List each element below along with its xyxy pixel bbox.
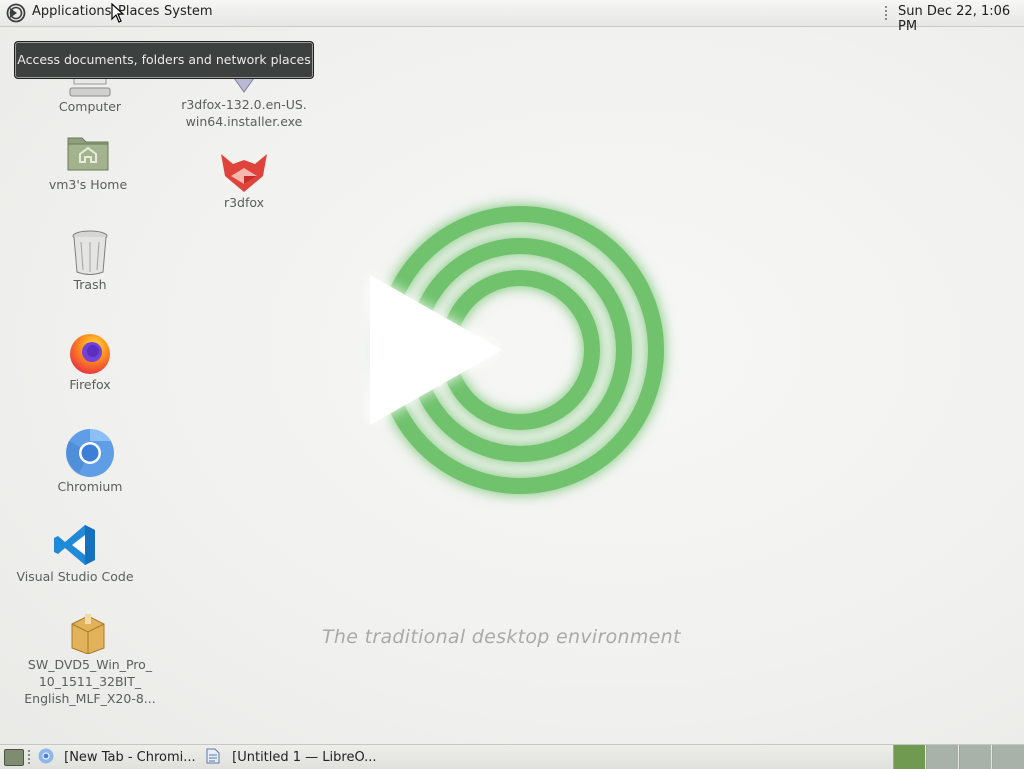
trash-icon (72, 230, 108, 275)
desktop-icon-firefox[interactable]: Firefox (40, 328, 140, 393)
desktop-icon-sw-dvd5[interactable]: SW_DVD5_Win_Pro_ 10_1511_32BIT_ English_… (16, 612, 164, 707)
workspace-2[interactable] (926, 745, 958, 769)
desktop-icon-label: r3dfox (223, 195, 265, 210)
desktop-icon-label: Computer (58, 99, 122, 114)
taskbar-item-label: [New Tab - Chromi... (64, 750, 196, 765)
mate-splash-logo-icon (370, 206, 664, 494)
desktop-icon-label: Chromium (57, 479, 123, 494)
panel-separator (28, 750, 30, 764)
taskbar-item-chromium[interactable]: [New Tab - Chromi... (38, 748, 196, 766)
home-folder-icon (67, 137, 109, 171)
desktop-icon-label-line: r3dfox-132.0.en-US. (181, 97, 307, 112)
taskbar-item-label: [Untitled 1 — LibreO... (232, 750, 377, 765)
workspace-1[interactable] (893, 745, 925, 769)
desktop-icon-label-line: win64.installer.exe (185, 114, 303, 129)
desktop-icon-label-line: English_MLF_X20-8... (24, 691, 156, 706)
package-icon (71, 614, 105, 654)
mouse-pointer-icon (111, 3, 125, 23)
workspace-4[interactable] (992, 745, 1024, 769)
desktop-icon-label: Firefox (69, 377, 111, 392)
chromium-icon (38, 748, 54, 764)
taskbar-item-libreoffice[interactable]: [Untitled 1 — LibreO... (206, 748, 377, 766)
workspace-3[interactable] (959, 745, 991, 769)
r3dfox-icon (221, 154, 267, 192)
applications-menu[interactable]: Applications (32, 4, 111, 19)
desktop-icon-r3dfox[interactable]: r3dfox (196, 150, 292, 211)
desktop-icon-label-line: 10_1511_32BIT_ (38, 674, 142, 689)
system-menu[interactable]: System (164, 4, 212, 19)
clock[interactable]: Sun Dec 22, 1:06 PM (898, 4, 1024, 34)
chromium-icon (66, 428, 114, 477)
splash-tagline: The traditional desktop environment (322, 626, 681, 648)
vscode-icon (54, 525, 95, 565)
bottom-panel: [New Tab - Chromi... [Untitled 1 — Libre… (0, 744, 1024, 769)
mate-logo-icon[interactable] (6, 3, 26, 23)
desktop-icon-label-line: SW_DVD5_Win_Pro_ (27, 657, 153, 672)
desktop-icon-trash[interactable]: Trash (40, 228, 140, 293)
desktop-icon-label: Visual Studio Code (16, 569, 134, 584)
desktop-icon-home[interactable]: vm3's Home (38, 128, 138, 193)
top-panel: Applications Places System Sun Dec 22, 1… (0, 0, 1024, 34)
show-desktop-icon[interactable] (4, 749, 24, 766)
desktop-icon-vscode[interactable]: Visual Studio Code (14, 522, 136, 585)
desktop-icon-chromium[interactable]: Chromium (40, 428, 140, 495)
panel-separator (885, 6, 889, 20)
desktop-icon-label: Trash (73, 277, 107, 292)
desktop-icon-label: vm3's Home (48, 177, 128, 192)
document-icon (206, 748, 220, 764)
places-tooltip: Access documents, folders and network pl… (14, 41, 314, 79)
firefox-icon (70, 334, 110, 374)
